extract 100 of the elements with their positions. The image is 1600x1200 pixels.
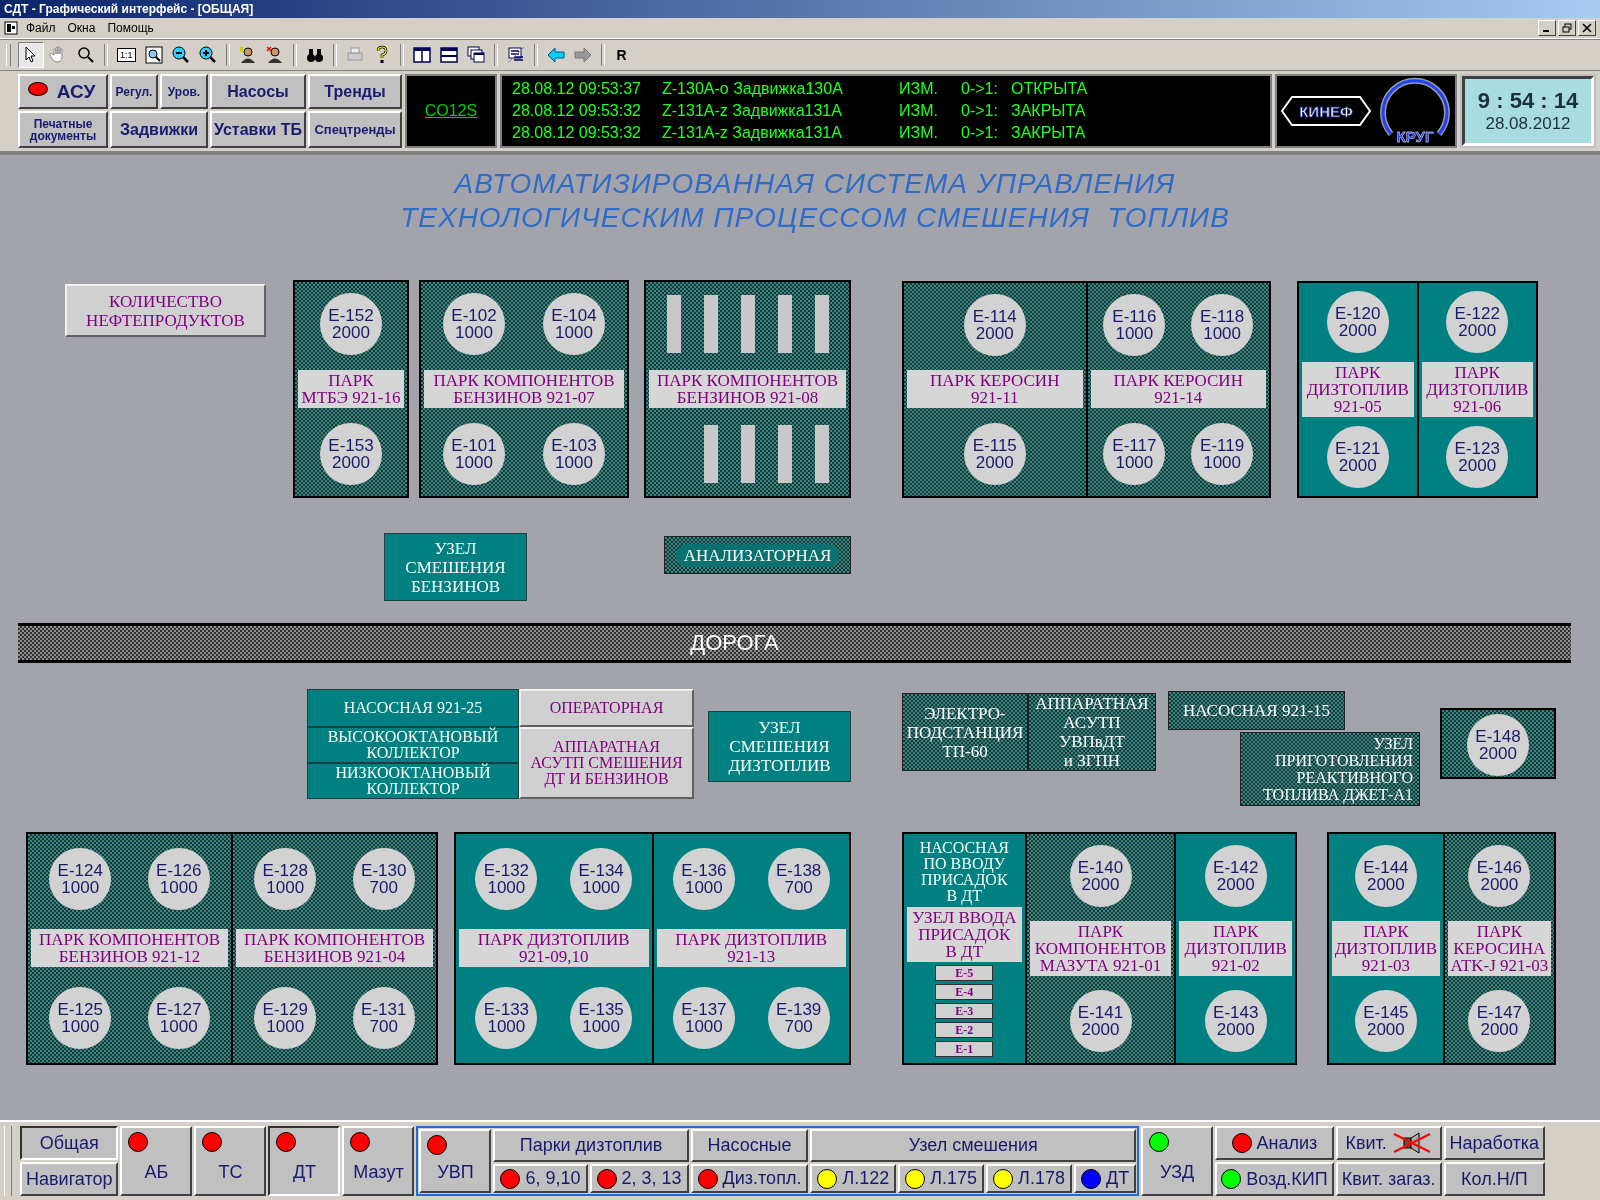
area-block[interactable]: ОПЕРАТОРНАЯ xyxy=(519,689,694,727)
group-button[interactable]: Парки дизтоплив xyxy=(493,1129,689,1162)
tank[interactable]: E-146 2000 xyxy=(1468,845,1531,907)
park-label[interactable]: ПАРК КЕРОСИН 921-14 xyxy=(1090,370,1266,409)
area-block[interactable]: АППАРАТНАЯ АСУТП УВПвДТ и ЗГПН xyxy=(1028,693,1156,771)
menu-item[interactable]: Файл xyxy=(22,21,60,35)
line-button[interactable]: Л.175 xyxy=(898,1164,985,1193)
tank[interactable]: E-132 1000 xyxy=(475,847,538,910)
tank[interactable]: E-139 700 xyxy=(767,987,830,1050)
area-block[interactable]: УЗЕЛ ПРИГОТОВЛЕНИЯ РЕАКТИВНОГО ТОПЛИВА ДЖЕТ-А1 xyxy=(1240,732,1420,806)
pointer-icon[interactable] xyxy=(18,42,44,68)
park-label[interactable]: ПАРК ДИЗТОПЛИВ 921-03 xyxy=(1332,921,1440,976)
park-label[interactable]: ПАРК ДИЗТОПЛИВ 921-06 xyxy=(1421,362,1533,417)
nav-button[interactable]: Анализ xyxy=(1215,1126,1334,1160)
tank[interactable]: E-125 1000 xyxy=(49,987,112,1050)
nav-button[interactable]: Насосы xyxy=(210,74,306,109)
nav-button[interactable]: Навигатор xyxy=(20,1162,119,1196)
nav-button[interactable]: Спецтренды xyxy=(308,111,402,148)
tank[interactable]: E-137 1000 xyxy=(672,987,735,1050)
tank[interactable]: E-104 1000 xyxy=(543,293,605,356)
line-button[interactable]: 6, 9,10 xyxy=(493,1164,588,1193)
area-block[interactable]: НАСОСНАЯ 921-25 xyxy=(307,689,519,727)
tank[interactable]: E-114 2000 xyxy=(963,294,1026,357)
tank[interactable]: E-135 1000 xyxy=(570,987,633,1050)
tank[interactable]: E-130 700 xyxy=(352,847,415,910)
group-button[interactable]: Насосные xyxy=(690,1129,809,1162)
tank[interactable]: E-119 1000 xyxy=(1191,422,1254,485)
tank[interactable]: E-133 1000 xyxy=(475,987,538,1050)
nav-button[interactable]: Квит. загаз. xyxy=(1335,1162,1442,1196)
nav-button[interactable]: Кол.Н/П xyxy=(1443,1162,1546,1196)
tank[interactable]: E-134 1000 xyxy=(570,847,633,910)
nav-button[interactable]: Уров. xyxy=(160,74,208,109)
tank[interactable]: E-102 1000 xyxy=(443,293,505,356)
tank[interactable]: E-122 2000 xyxy=(1446,291,1509,354)
park-label[interactable]: ПАРК КОМПОНЕНТОВ БЕНЗИНОВ 921-12 xyxy=(31,929,228,968)
line-button[interactable]: 2, 3, 13 xyxy=(589,1164,689,1193)
tank[interactable]: E-128 1000 xyxy=(254,847,317,910)
tank[interactable]: E-101 1000 xyxy=(443,422,505,485)
area-button[interactable]: ДТ xyxy=(268,1126,341,1196)
area-block[interactable]: УЗЕЛ СМЕШЕНИЯ ДИЗТОПЛИВ xyxy=(708,711,851,782)
tank[interactable]: E-124 1000 xyxy=(49,847,112,910)
tank-key[interactable]: E-4 xyxy=(935,984,994,1001)
tank[interactable]: E-126 1000 xyxy=(147,847,210,910)
area-badge[interactable]: АНАЛИЗАТОРНАЯ xyxy=(675,543,840,567)
park-label[interactable]: ПАРК КОМПОНЕНТОВ БЕНЗИНОВ 921-04 xyxy=(236,929,433,968)
park-label[interactable]: ПАРК КОМПОНЕНТОВ БЕНЗИНОВ 921-07 xyxy=(424,370,624,408)
nav-button[interactable]: АСУ xyxy=(18,74,108,109)
tank[interactable]: E-117 1000 xyxy=(1103,422,1166,485)
tank-key[interactable]: E-2 xyxy=(935,1022,994,1039)
group-button[interactable]: Узел смешения xyxy=(810,1129,1137,1162)
tank[interactable]: E-129 1000 xyxy=(254,987,317,1050)
nav-button[interactable]: Наработка xyxy=(1443,1126,1546,1160)
line-button[interactable]: Диз.топл. xyxy=(690,1164,809,1193)
toolbar-grip[interactable] xyxy=(6,44,11,66)
tank[interactable]: E-138 700 xyxy=(767,847,830,910)
area-button[interactable]: ТС xyxy=(194,1126,267,1196)
tank[interactable]: E-142 2000 xyxy=(1204,845,1267,907)
tank[interactable]: E-103 1000 xyxy=(543,422,605,485)
area-block[interactable]: АППАРАТНАЯ АСУТП СМЕШЕНИЯ ДТ И БЕНЗИНОВ xyxy=(519,727,694,799)
park-label[interactable]: ПАРК ДИЗТОПЛИВ 921-02 xyxy=(1179,921,1292,976)
area-block[interactable]: НАСОСНАЯ 921-15 xyxy=(1168,691,1345,730)
tank[interactable]: E-143 2000 xyxy=(1204,990,1267,1052)
area-block[interactable]: КОЛИЧЕСТВО НЕФТЕПРОДУКТОВ xyxy=(65,284,266,337)
nav-button[interactable]: Тренды xyxy=(308,74,402,109)
app-icon[interactable] xyxy=(4,21,18,35)
r-button[interactable]: R xyxy=(610,47,633,63)
tank[interactable]: E-118 1000 xyxy=(1191,294,1254,357)
area-block[interactable]: ВЫСОКООКТАНОВЫЙ КОЛЛЕКТОР xyxy=(307,727,519,763)
area-button[interactable]: Мазут xyxy=(342,1126,415,1196)
line-button[interactable]: Л.122 xyxy=(810,1164,897,1193)
nav-button[interactable]: Квит. xyxy=(1335,1126,1442,1160)
area-block[interactable]: НИЗКООКТАНОВЫЙ КОЛЛЕКТОР xyxy=(307,763,519,799)
tank-key[interactable]: E-1 xyxy=(935,1041,994,1058)
tank[interactable]: E-144 2000 xyxy=(1354,845,1417,907)
park-label[interactable]: ПАРК КЕРОСИН 921-11 xyxy=(907,370,1083,409)
tank[interactable]: E-152 2000 xyxy=(320,293,382,356)
area-block[interactable]: ЭЛЕКТРО- ПОДСТАНЦИЯ ТП-60 xyxy=(902,693,1028,771)
nav-button[interactable]: Регул. xyxy=(110,74,158,109)
nav-button[interactable]: Возд.КИП xyxy=(1215,1162,1334,1196)
toolbar-grip[interactable] xyxy=(4,1126,12,1196)
tank[interactable]: E-121 2000 xyxy=(1326,425,1389,488)
tank[interactable]: E-147 2000 xyxy=(1468,990,1531,1052)
area-button[interactable]: УЗД xyxy=(1141,1126,1214,1196)
area-panel[interactable]: АНАЛИЗАТОРНАЯ xyxy=(664,536,851,574)
park-label[interactable]: ПАРК КОМПОНЕНТОВ БЕНЗИНОВ 921-08 xyxy=(649,370,846,408)
tank-key[interactable]: E-5 xyxy=(935,965,994,982)
tank[interactable]: E-115 2000 xyxy=(963,422,1026,485)
nav-button[interactable]: Задвижки xyxy=(110,111,208,148)
nav-button[interactable]: Уставки ТБ xyxy=(210,111,306,148)
line-button[interactable]: Л.178 xyxy=(986,1164,1072,1193)
park-label[interactable]: ПАРК МТБЭ 921-16 xyxy=(298,370,404,408)
park-label[interactable]: УЗЕЛ ВВОДА ПРИСАДОК В ДТ xyxy=(907,907,1022,962)
tank[interactable]: E-140 2000 xyxy=(1069,845,1132,907)
area-button[interactable]: АБ xyxy=(120,1126,193,1196)
park-label[interactable]: ПАРК ДИЗТОПЛИВ 921-09,10 xyxy=(459,929,649,968)
tank[interactable]: E-120 2000 xyxy=(1326,291,1389,354)
park-label[interactable]: ПАРК КЕРОСИНА ATK-J 921-03 xyxy=(1447,921,1551,976)
tank[interactable]: E-127 1000 xyxy=(147,987,210,1050)
restore-icon[interactable] xyxy=(1558,20,1576,36)
tank[interactable]: E-148 2000 xyxy=(1467,714,1529,776)
